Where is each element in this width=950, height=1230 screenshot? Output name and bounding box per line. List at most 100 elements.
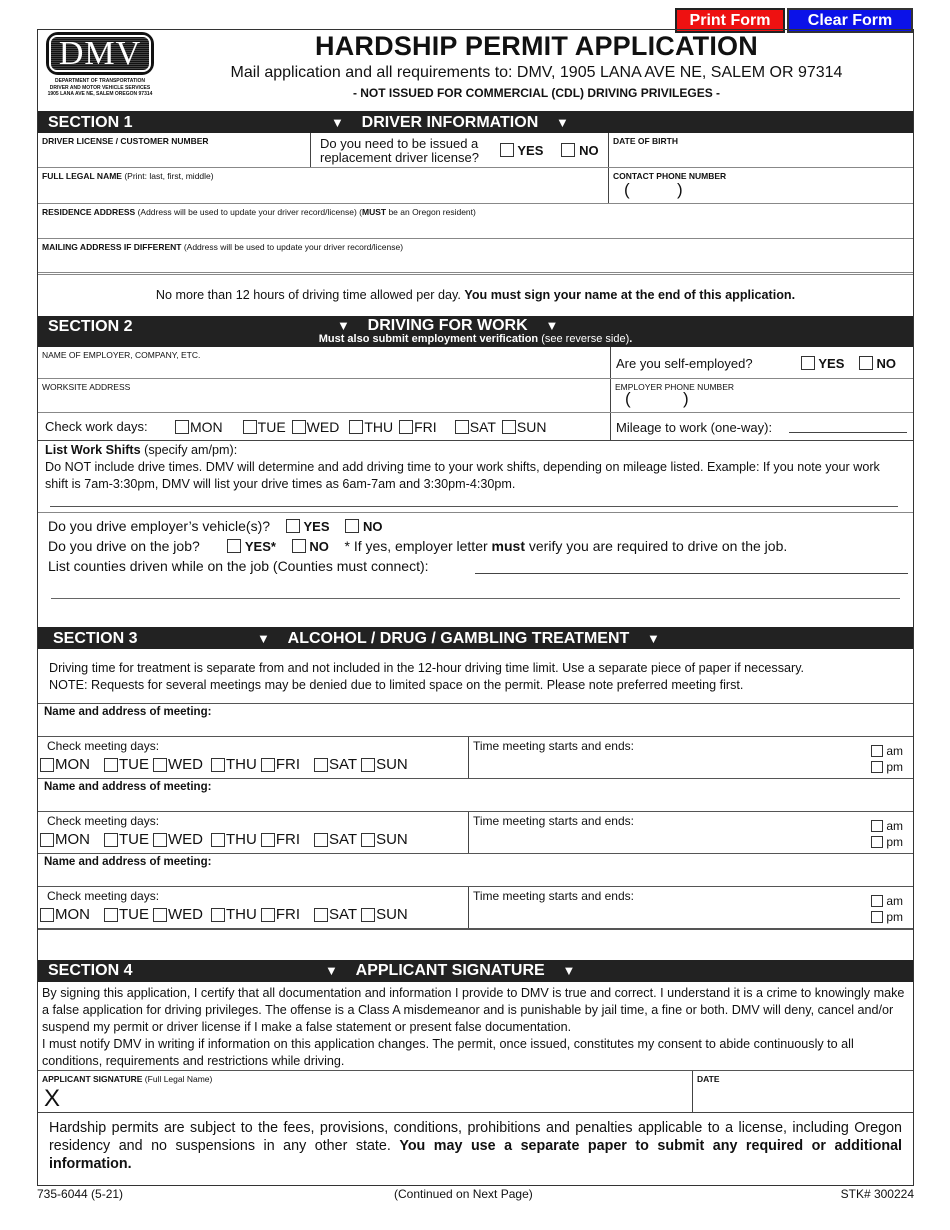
- meeting-day-checkbox[interactable]: [260, 907, 275, 922]
- meeting-day-checkbox[interactable]: [260, 757, 275, 772]
- am-checkbox[interactable]: [870, 745, 883, 757]
- day-label: WED: [168, 831, 203, 848]
- meeting-day-wed[interactable]: WED: [153, 756, 203, 773]
- meeting-day-checkbox[interactable]: [314, 757, 328, 772]
- meeting-day-checkbox[interactable]: [104, 832, 118, 847]
- meeting-day-sun[interactable]: SUN: [361, 831, 408, 848]
- meeting-day-checkbox[interactable]: [153, 757, 167, 772]
- counties-input-line-2[interactable]: [51, 598, 900, 599]
- meeting-name-label: Name and address of meeting:: [44, 856, 212, 868]
- work-day-checkbox[interactable]: [349, 420, 364, 434]
- meeting-day-sat[interactable]: SAT: [314, 906, 357, 923]
- employer-phone-field[interactable]: EMPLOYER PHONE NUMBER ( ): [610, 379, 913, 412]
- counties-input-line[interactable]: [475, 573, 908, 574]
- meeting-day-checkbox[interactable]: [314, 832, 328, 847]
- meeting-day-checkbox[interactable]: [361, 832, 376, 847]
- work-day-fri[interactable]: FRI: [399, 419, 437, 435]
- meeting-day-sat[interactable]: SAT: [314, 831, 357, 848]
- drive-on-job-no-checkbox[interactable]: [291, 539, 306, 553]
- meeting-day-mon[interactable]: MON: [40, 756, 90, 773]
- pm-checkbox[interactable]: [870, 761, 883, 773]
- meeting-day-wed[interactable]: WED: [153, 906, 203, 923]
- replacement-yes-checkbox[interactable]: [500, 143, 514, 157]
- work-day-mon[interactable]: MON: [175, 419, 223, 435]
- meeting-day-checkbox[interactable]: [361, 907, 376, 922]
- meeting-day-checkbox[interactable]: [153, 907, 167, 922]
- page-title: HARDSHIP PERMIT APPLICATION: [315, 31, 758, 61]
- label-text: MAILING ADDRESS IF DIFFERENT: [42, 242, 182, 252]
- meeting-time-field[interactable]: Time meeting starts and ends: am pm: [468, 812, 913, 853]
- meeting-day-checkbox[interactable]: [361, 757, 376, 772]
- meeting-day-checkbox[interactable]: [153, 832, 167, 847]
- worksite-address-field[interactable]: WORKSITE ADDRESS: [38, 379, 610, 412]
- meeting-day-fri[interactable]: FRI: [260, 831, 300, 848]
- meeting-day-fri[interactable]: FRI: [260, 906, 300, 923]
- meeting-day-checkbox[interactable]: [211, 907, 225, 922]
- signature-label: APPLICANT SIGNATURE (Full Legal Name): [42, 1074, 212, 1084]
- meeting-day-tue[interactable]: TUE: [104, 756, 149, 773]
- am-checkbox[interactable]: [870, 820, 883, 832]
- meeting-day-checkbox[interactable]: [211, 832, 225, 847]
- meeting-day-wed[interactable]: WED: [153, 831, 203, 848]
- date-of-birth-field[interactable]: DATE OF BIRTH: [608, 133, 913, 167]
- meeting-day-checkbox[interactable]: [104, 757, 118, 772]
- signature-date-field[interactable]: DATE: [692, 1071, 913, 1112]
- pm-checkbox[interactable]: [870, 911, 883, 923]
- meeting-day-fri[interactable]: FRI: [260, 756, 300, 773]
- replacement-no-checkbox[interactable]: [561, 143, 576, 157]
- meeting-name-address-field[interactable]: Name and address of meeting:: [38, 704, 913, 737]
- meeting-day-checkbox[interactable]: [260, 832, 275, 847]
- self-employed-no-checkbox[interactable]: [858, 356, 873, 370]
- label-note: (Address will be used to update your dri…: [181, 242, 404, 252]
- self-employed-yes-checkbox[interactable]: [801, 356, 815, 370]
- work-day-checkbox[interactable]: [242, 420, 257, 434]
- residence-address-field[interactable]: RESIDENCE ADDRESS (Address will be used …: [38, 204, 913, 239]
- work-day-tue[interactable]: TUE: [242, 419, 286, 435]
- meeting-day-checkbox[interactable]: [104, 907, 118, 922]
- meeting-day-thu[interactable]: THU: [211, 831, 257, 848]
- work-day-checkbox[interactable]: [501, 420, 516, 434]
- contact-phone-field[interactable]: CONTACT PHONE NUMBER ( ): [608, 168, 913, 203]
- driver-license-field[interactable]: DRIVER LICENSE / CUSTOMER NUMBER: [38, 133, 310, 167]
- meeting-day-checkbox[interactable]: [211, 757, 225, 772]
- meeting-time-field[interactable]: Time meeting starts and ends: am pm: [468, 887, 913, 928]
- applicant-signature-field[interactable]: APPLICANT SIGNATURE (Full Legal Name) X: [38, 1071, 692, 1112]
- employer-name-field[interactable]: NAME OF EMPLOYER, COMPANY, ETC.: [38, 347, 610, 378]
- am-checkbox[interactable]: [870, 895, 883, 907]
- meeting-day-sun[interactable]: SUN: [361, 906, 408, 923]
- employer-vehicle-no-checkbox[interactable]: [345, 519, 360, 533]
- meeting-day-tue[interactable]: TUE: [104, 906, 149, 923]
- employer-vehicle-yes-checkbox[interactable]: [285, 519, 300, 533]
- meeting-time-field[interactable]: Time meeting starts and ends: am pm: [468, 737, 913, 778]
- meeting-name-address-field[interactable]: Name and address of meeting:: [38, 779, 913, 812]
- drive-on-job-yes-checkbox[interactable]: [227, 539, 241, 553]
- meeting-day-sat[interactable]: SAT: [314, 756, 357, 773]
- meeting-day-checkbox[interactable]: [40, 832, 54, 847]
- work-day-wed[interactable]: WED: [291, 419, 339, 435]
- section-title: ▼ APPLICANT SIGNATURE ▼: [325, 962, 575, 980]
- full-name-field[interactable]: FULL LEGAL NAME (Print: last, first, mid…: [38, 168, 608, 203]
- work-day-checkbox[interactable]: [399, 420, 414, 434]
- mailing-address-field[interactable]: MAILING ADDRESS IF DIFFERENT (Address wi…: [38, 239, 913, 275]
- meeting-day-mon[interactable]: MON: [40, 906, 90, 923]
- meeting-name-address-field[interactable]: Name and address of meeting:: [38, 854, 913, 887]
- meeting-day-tue[interactable]: TUE: [104, 831, 149, 848]
- meeting-day-thu[interactable]: THU: [211, 756, 257, 773]
- work-shifts-input-line[interactable]: [50, 506, 898, 507]
- work-day-checkbox[interactable]: [291, 420, 306, 434]
- mileage-input-line[interactable]: [789, 432, 907, 433]
- work-day-checkbox[interactable]: [175, 420, 189, 434]
- pm-checkbox[interactable]: [870, 836, 883, 848]
- work-day-sat[interactable]: SAT: [454, 419, 496, 435]
- meeting-day-checkbox[interactable]: [314, 907, 328, 922]
- meeting-day-thu[interactable]: THU: [211, 906, 257, 923]
- mileage-field[interactable]: Mileage to work (one-way):: [610, 413, 913, 440]
- meeting-day-checkbox[interactable]: [40, 907, 54, 922]
- day-label: TUE: [119, 756, 149, 773]
- meeting-day-checkbox[interactable]: [40, 757, 54, 772]
- meeting-day-mon[interactable]: MON: [40, 831, 90, 848]
- work-day-checkbox[interactable]: [454, 420, 469, 434]
- work-day-sun[interactable]: SUN: [501, 419, 546, 435]
- meeting-day-sun[interactable]: SUN: [361, 756, 408, 773]
- work-day-thu[interactable]: THU: [349, 419, 393, 435]
